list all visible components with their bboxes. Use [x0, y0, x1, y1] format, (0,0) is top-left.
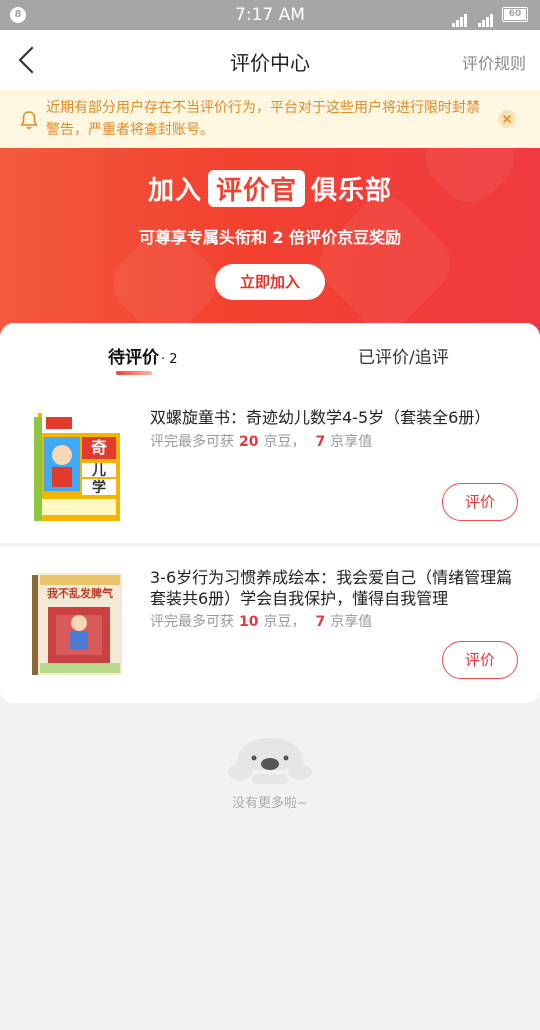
no-more-text: 没有更多啦~ [232, 796, 308, 811]
cover-char: 学 [92, 479, 106, 496]
banner-title-prefix: 加入 [147, 176, 202, 206]
product-image[interactable]: 我不乱发脾气 [32, 567, 126, 679]
reward-info: 评完最多可获 10 京豆， 7 京享值 [150, 611, 372, 631]
product-name[interactable]: 双螺旋童书：奇迹幼儿数学4-5岁（套装全6册） [150, 407, 520, 428]
list-item: 奇 儿 学 双螺旋童书：奇迹幼儿数学4-5岁（套装全6册） 评完最多可获 20 京豆… [0, 385, 540, 545]
value-unit: 京享值 [330, 434, 373, 450]
close-icon[interactable] [498, 110, 516, 128]
banner-title: 加入 评价官 俱乐部 [0, 170, 540, 207]
bean-unit: 京豆， [263, 434, 306, 450]
reward-info: 评完最多可获 20 京豆， 7 京享值 [150, 431, 372, 451]
bell-icon [20, 111, 38, 130]
banner-subtitle-num: 2 [272, 228, 284, 247]
value-count: 7 [315, 434, 326, 450]
bean-unit: 京豆， [263, 614, 306, 630]
bean-count: 20 [239, 434, 259, 450]
banner-subtitle: 可尊享专属头衔和 2 倍评价京豆奖励 [0, 224, 540, 248]
review-list-card: 待评价 · 2 已评价/追评 奇 儿 学 双螺旋童书：奇迹幼儿数学4-5岁（套装全… [0, 323, 540, 703]
status-bar: 8 7:17 AM 60 [0, 0, 540, 30]
banner-subtitle-b: 倍评价京豆奖励 [289, 228, 402, 247]
banner-subtitle-a: 可尊享专属头衔和 [138, 228, 267, 247]
warning-notice: 近期有部分用户存在不当评价行为，平台对于这些用户将进行限时封禁警告，严重者将查封… [0, 90, 540, 148]
tab-pending-label: 待评价 [108, 348, 159, 368]
reviewer-club-banner[interactable]: 加入 评价官 俱乐部 可尊享专属头衔和 2 倍评价京豆奖励 立即加入 [0, 148, 540, 338]
review-button[interactable]: 评价 [442, 483, 518, 521]
product-name[interactable]: 3-6岁行为习惯养成绘本：我会爱自己（情绪管理篇 套装共6册）学会自我保护，懂得… [150, 567, 520, 609]
reviewer-badge: 评价官 [207, 170, 305, 207]
list-item: 我不乱发脾气 3-6岁行为习惯养成绘本：我会爱自己（情绪管理篇 套装共6册）学会… [0, 547, 540, 707]
nav-bar: 评价中心 评价规则 [0, 30, 540, 90]
banner-decoration [307, 185, 463, 338]
battery-icon: 60 [502, 7, 528, 22]
tab-pending-review[interactable]: 待评价 · 2 [108, 343, 178, 368]
value-count: 7 [315, 614, 326, 630]
tab-pending-count: · 2 [161, 352, 178, 367]
signal-icon [478, 8, 494, 27]
banner-title-suffix: 俱乐部 [311, 176, 393, 206]
signal-icon [452, 8, 468, 27]
page-title: 评价中心 [230, 51, 310, 75]
cover-char: 奇 [91, 438, 107, 457]
value-unit: 京享值 [330, 614, 373, 630]
cover-title: 我不乱发脾气 [47, 586, 113, 600]
review-button[interactable]: 评价 [442, 641, 518, 679]
notice-text: 近期有部分用户存在不当评价行为，平台对于这些用户将进行限时封禁警告，严重者将查封… [46, 100, 480, 138]
reward-prefix: 评完最多可获 [150, 434, 234, 450]
review-tabs: 待评价 · 2 已评价/追评 [0, 323, 540, 383]
join-now-button[interactable]: 立即加入 [215, 264, 325, 300]
bean-count: 10 [239, 614, 259, 630]
product-image[interactable]: 奇 儿 学 [30, 407, 128, 525]
review-rules-link[interactable]: 评价规则 [462, 50, 526, 74]
active-tab-indicator [116, 371, 152, 375]
jd-dog-mascot-icon [228, 738, 312, 784]
reward-prefix: 评完最多可获 [150, 614, 234, 630]
tab-reviewed[interactable]: 已评价/追评 [358, 343, 449, 368]
cover-char: 儿 [91, 463, 106, 479]
